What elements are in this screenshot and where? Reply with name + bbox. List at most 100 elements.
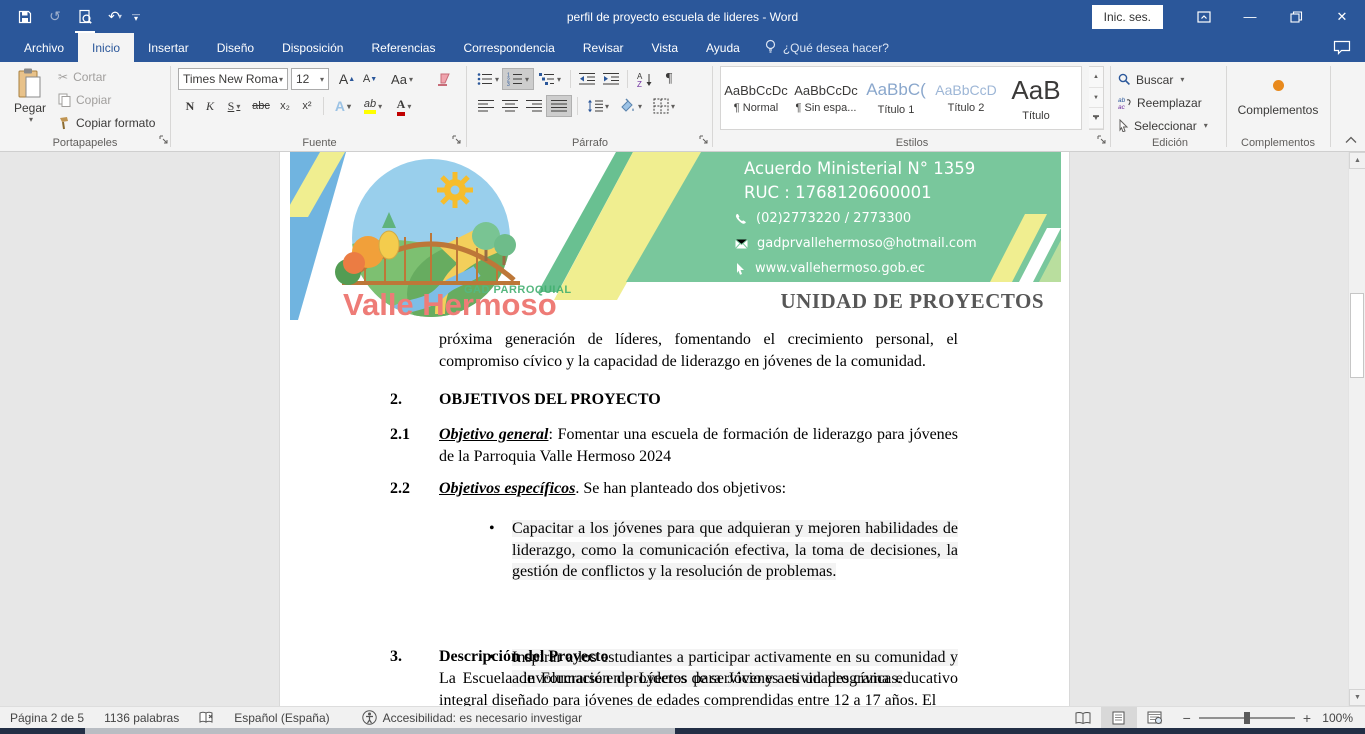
strikethrough-button[interactable]: abc xyxy=(248,95,274,117)
font-color-dropdown-icon[interactable]: ▾ xyxy=(407,102,411,111)
tab-archivo[interactable]: Archivo xyxy=(10,33,78,62)
zoom-percentage[interactable]: 100% xyxy=(1321,711,1365,725)
style-heading1[interactable]: AaBbC( Título 1 xyxy=(861,67,931,129)
shrink-font-button[interactable]: A▼ xyxy=(359,68,381,90)
select-button[interactable]: Seleccionar ▾ xyxy=(1118,115,1208,136)
undo-icon[interactable]: ↶▾ xyxy=(102,4,128,30)
bullets-button[interactable]: ▾ xyxy=(474,68,502,90)
zoom-slider[interactable] xyxy=(1199,717,1295,719)
minimize-button[interactable]: — xyxy=(1227,0,1273,33)
page-indicator[interactable]: Página 2 de 5 xyxy=(0,711,94,725)
show-marks-button[interactable]: ¶ xyxy=(658,68,680,90)
numbering-button[interactable]: 123 ▾ xyxy=(502,68,534,90)
qat-customize-icon[interactable]: —▾ xyxy=(132,13,140,21)
style-title[interactable]: AaB Título xyxy=(1001,67,1071,129)
read-mode-button[interactable] xyxy=(1065,707,1101,729)
align-right-button[interactable] xyxy=(522,95,546,117)
style-heading2[interactable]: AaBbCcD Título 2 xyxy=(931,67,1001,129)
change-case-button[interactable]: Aa▾ xyxy=(385,68,419,90)
proofing-status[interactable] xyxy=(189,711,224,724)
increase-indent-button[interactable] xyxy=(599,68,623,90)
font-family-combo[interactable]: Times New Roma ▾ xyxy=(178,68,288,90)
scroll-down-icon[interactable]: ▼ xyxy=(1349,689,1365,706)
sign-in-button[interactable]: Inic. ses. xyxy=(1092,5,1163,29)
zoom-slider-thumb[interactable] xyxy=(1244,712,1250,724)
grow-font-button[interactable]: A▲ xyxy=(335,68,359,90)
italic-button[interactable]: K xyxy=(200,95,220,117)
print-layout-button[interactable] xyxy=(1101,707,1137,729)
align-center-button[interactable] xyxy=(498,95,522,117)
find-dropdown-icon[interactable]: ▾ xyxy=(1180,75,1184,84)
tab-referencias[interactable]: Referencias xyxy=(357,33,449,62)
addins-button[interactable]: Complementos xyxy=(1230,62,1326,134)
font-color-button[interactable]: A▾ xyxy=(389,95,419,117)
justify-button[interactable] xyxy=(546,95,572,117)
zoom-in-icon[interactable]: + xyxy=(1303,710,1311,726)
word-count[interactable]: 1136 palabras xyxy=(94,711,189,725)
bold-button[interactable]: N xyxy=(180,95,200,117)
tab-insertar[interactable]: Insertar xyxy=(134,33,203,62)
accessibility-status[interactable]: Accesibilidad: es necesario investigar xyxy=(352,710,592,725)
web-layout-button[interactable] xyxy=(1137,707,1173,729)
sort-button[interactable]: AZ xyxy=(632,68,658,90)
tab-correspondencia[interactable]: Correspondencia xyxy=(449,33,568,62)
line-spacing-button[interactable]: ▾ xyxy=(583,95,613,117)
save-icon[interactable] xyxy=(12,4,38,30)
paste-dropdown-icon[interactable]: ▾ xyxy=(29,115,33,124)
shading-button[interactable]: ▾ xyxy=(613,95,647,117)
print-preview-icon[interactable] xyxy=(72,4,98,30)
superscript-button[interactable]: x² xyxy=(296,95,318,117)
tab-inicio[interactable]: Inicio xyxy=(78,33,134,62)
select-dropdown-icon[interactable]: ▾ xyxy=(1204,121,1208,130)
numbering-dropdown-icon[interactable]: ▾ xyxy=(525,75,529,84)
paragraph-dialog-launcher-icon[interactable] xyxy=(699,133,708,147)
tab-diseno[interactable]: Diseño xyxy=(203,33,268,62)
font-dialog-launcher-icon[interactable] xyxy=(452,133,461,147)
styles-dialog-launcher-icon[interactable] xyxy=(1097,133,1106,147)
document-canvas[interactable]: GAD PARROQUIAL Valle Hermoso Acuerdo Min… xyxy=(0,152,1348,706)
borders-button[interactable]: ▾ xyxy=(647,95,681,117)
clipboard-dialog-launcher-icon[interactable] xyxy=(159,133,168,147)
clear-format-button[interactable] xyxy=(431,68,457,90)
font-size-dropdown-icon[interactable]: ▾ xyxy=(320,75,324,84)
paste-button[interactable]: Pegar ▾ xyxy=(8,67,52,133)
line-spacing-dropdown-icon[interactable]: ▾ xyxy=(605,102,609,111)
language-status[interactable]: Español (España) xyxy=(224,711,339,725)
tell-me-box[interactable]: ¿Qué desea hacer? xyxy=(754,33,899,62)
styles-more-icon[interactable]: ▬▼ xyxy=(1089,108,1103,129)
style-no-spacing[interactable]: AaBbCcDc ¶ Sin espa... xyxy=(791,67,861,129)
font-size-combo[interactable]: 12 ▾ xyxy=(291,68,329,90)
restore-button[interactable] xyxy=(1273,0,1319,33)
highlight-button[interactable]: ab▾ xyxy=(357,95,389,117)
styles-scroll-up-icon[interactable]: ▲ xyxy=(1089,67,1103,88)
multilevel-list-button[interactable]: ▾ xyxy=(534,68,566,90)
shading-dropdown-icon[interactable]: ▾ xyxy=(638,102,642,111)
style-normal[interactable]: AaBbCcDc ¶ Normal xyxy=(721,67,791,129)
bullets-dropdown-icon[interactable]: ▾ xyxy=(495,75,499,84)
underline-button[interactable]: S▾ xyxy=(220,95,248,117)
decrease-indent-button[interactable] xyxy=(575,68,599,90)
highlight-dropdown-icon[interactable]: ▾ xyxy=(378,102,382,111)
subscript-button[interactable]: x₂ xyxy=(274,95,296,117)
scroll-up-icon[interactable]: ▲ xyxy=(1349,152,1365,169)
align-left-button[interactable] xyxy=(474,95,498,117)
format-painter-button[interactable]: Copiar formato xyxy=(58,116,155,130)
text-effects-button[interactable]: A▾ xyxy=(329,95,357,117)
close-button[interactable]: ✕ xyxy=(1319,0,1365,33)
tab-ayuda[interactable]: Ayuda xyxy=(692,33,754,62)
collapse-ribbon-icon[interactable] xyxy=(1345,133,1357,147)
scrollbar-thumb[interactable] xyxy=(1350,293,1364,378)
underline-dropdown-icon[interactable]: ▾ xyxy=(236,102,240,111)
multilevel-dropdown-icon[interactable]: ▾ xyxy=(557,75,561,84)
vertical-scrollbar[interactable]: ▲ ▼ xyxy=(1348,152,1365,706)
find-button[interactable]: Buscar ▾ xyxy=(1118,69,1184,90)
tab-revisar[interactable]: Revisar xyxy=(569,33,638,62)
borders-dropdown-icon[interactable]: ▾ xyxy=(671,102,675,111)
tab-disposicion[interactable]: Disposición xyxy=(268,33,357,62)
tab-vista[interactable]: Vista xyxy=(638,33,692,62)
replace-button[interactable]: abac Reemplazar xyxy=(1118,92,1202,113)
text-effects-dropdown-icon[interactable]: ▾ xyxy=(347,102,351,111)
styles-scroll-down-icon[interactable]: ▼ xyxy=(1089,88,1103,109)
document-page[interactable]: GAD PARROQUIAL Valle Hermoso Acuerdo Min… xyxy=(279,152,1070,706)
zoom-out-icon[interactable]: − xyxy=(1183,710,1191,726)
